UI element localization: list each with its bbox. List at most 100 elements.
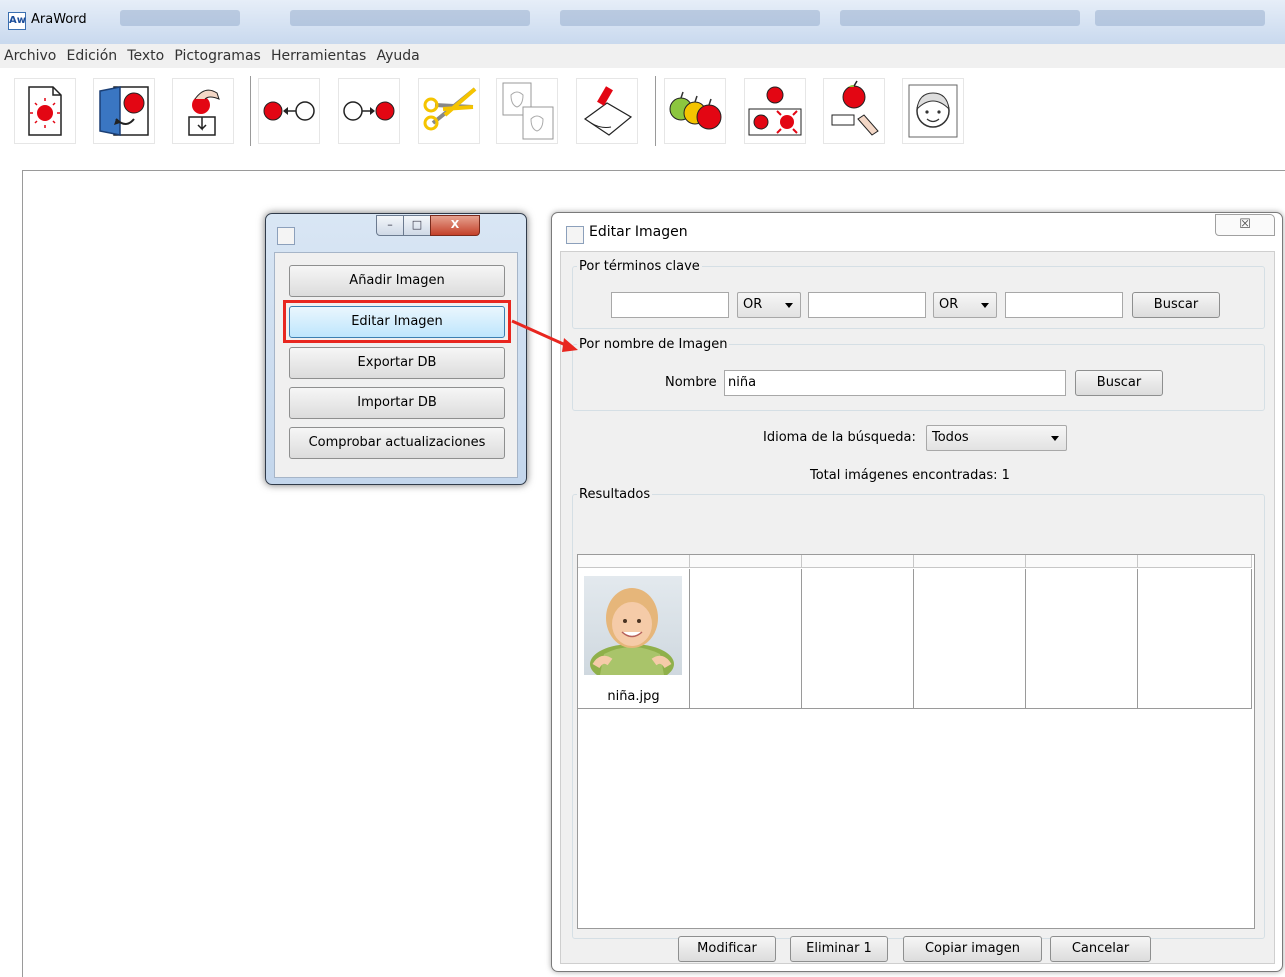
app-title: AraWord (31, 12, 87, 27)
grid-header-cell (802, 555, 914, 568)
dialog-title: Editar Imagen (589, 224, 688, 240)
chevron-down-icon (981, 303, 989, 308)
java-window-icon (277, 227, 295, 245)
new-document-button[interactable] (14, 78, 76, 144)
result-item-caption: niña.jpg (607, 689, 660, 704)
results-group-legend: Resultados (579, 487, 651, 502)
redo-button[interactable] (338, 78, 400, 144)
cut-button[interactable] (418, 78, 480, 144)
minimize-button[interactable]: – (376, 215, 404, 236)
chevron-down-icon (785, 303, 793, 308)
keyword-operator-1-select[interactable]: OR (737, 292, 801, 318)
background-taskbar-item (1095, 10, 1265, 26)
grid-header-cell (1026, 555, 1138, 568)
open-icon (99, 86, 149, 136)
result-empty-cell (1026, 569, 1138, 709)
pictogram-set-button[interactable] (664, 78, 726, 144)
close-button[interactable]: X (430, 215, 480, 236)
database-admin-window: – □ X Añadir Imagen Editar Imagen Export… (265, 213, 527, 485)
operator-1-value: OR (743, 297, 763, 312)
background-taskbar-item (840, 10, 1080, 26)
pictogram-set-icon (669, 91, 722, 130)
background-taskbar-item (290, 10, 530, 26)
grid-header-cell (690, 555, 802, 568)
menu-pictogramas[interactable]: Pictogramas (171, 44, 264, 68)
araword-app-icon: Aw (8, 12, 26, 30)
grid-header-cell (1138, 555, 1252, 568)
paste-icon (583, 86, 633, 136)
chevron-down-icon (1051, 436, 1059, 441)
java-window-icon (566, 226, 584, 244)
menu-archivo[interactable]: Archivo (0, 44, 59, 68)
save-icon (188, 89, 220, 136)
grid-header-cell (578, 555, 690, 568)
name-label: Nombre (665, 375, 717, 390)
menu-ayuda[interactable]: Ayuda (373, 44, 422, 68)
admin-button-panel: Añadir Imagen Editar Imagen Exportar DB … (274, 252, 518, 478)
result-empty-cell (690, 569, 802, 709)
menu-herramientas[interactable]: Herramientas (268, 44, 369, 68)
grid-header-cell (914, 555, 1026, 568)
keyword-term-1-input[interactable] (611, 292, 729, 318)
undo-icon (263, 101, 315, 121)
add-image-button[interactable]: Añadir Imagen (289, 265, 505, 297)
total-found-text: Total imágenes encontradas: (810, 468, 998, 483)
language-value: Todos (932, 430, 969, 445)
copy-icon (502, 82, 554, 140)
paste-button[interactable] (576, 78, 638, 144)
edit-pictogram-icon (831, 80, 879, 136)
image-name-input[interactable]: niña (724, 370, 1066, 396)
keyword-term-3-input[interactable] (1005, 292, 1123, 318)
result-item[interactable]: niña.jpg (578, 569, 690, 709)
open-button[interactable] (93, 78, 155, 144)
result-empty-cell (914, 569, 1026, 709)
results-grid: niña.jpg (577, 554, 1255, 929)
toolbar-separator (655, 76, 656, 146)
total-found-count: 1 (1001, 468, 1010, 483)
redo-icon (343, 101, 395, 121)
total-found-label: Total imágenes encontradas: 1 (810, 468, 1010, 483)
name-search-button[interactable]: Buscar (1075, 370, 1163, 396)
modify-button[interactable]: Modificar (678, 936, 776, 962)
face-pictogram-icon (908, 84, 958, 138)
menu-texto[interactable]: Texto (124, 44, 167, 68)
undo-button[interactable] (258, 78, 320, 144)
cut-icon (423, 87, 477, 131)
apply-pictogram-button[interactable] (744, 78, 806, 144)
cancel-button[interactable]: Cancelar (1050, 936, 1151, 962)
toolbar (0, 68, 1285, 168)
result-empty-cell (802, 569, 914, 709)
keyword-operator-2-select[interactable]: OR (933, 292, 997, 318)
background-taskbar-item (120, 10, 240, 26)
dialog-body: Por términos clave OR OR Buscar Por nomb… (560, 251, 1275, 964)
face-pictogram-button[interactable] (902, 78, 964, 144)
highlight-annotation-box (283, 300, 511, 343)
export-db-button[interactable]: Exportar DB (289, 347, 505, 379)
result-thumbnail-image (584, 576, 682, 675)
result-empty-cell (1138, 569, 1252, 709)
copy-button[interactable] (496, 78, 558, 144)
save-button[interactable] (172, 78, 234, 144)
operator-2-value: OR (939, 297, 959, 312)
delete-button[interactable]: Eliminar 1 (790, 936, 888, 962)
menu-edicion[interactable]: Edición (63, 44, 120, 68)
new-document-icon (28, 86, 62, 136)
keyword-search-button[interactable]: Buscar (1132, 292, 1220, 318)
keyword-group-legend: Por términos clave (579, 259, 700, 274)
background-taskbar-item (560, 10, 820, 26)
menu-bar: Archivo Edición Texto Pictogramas Herram… (0, 44, 1285, 69)
toolbar-separator (250, 76, 251, 146)
maximize-button[interactable]: □ (403, 215, 431, 236)
dialog-close-button[interactable]: ☒ (1215, 214, 1275, 236)
check-updates-button[interactable]: Comprobar actualizaciones (289, 427, 505, 459)
language-label: Idioma de la búsqueda: (763, 430, 916, 445)
language-select[interactable]: Todos (926, 425, 1067, 451)
edit-image-dialog: Editar Imagen ☒ Por términos clave OR OR… (551, 212, 1283, 972)
copy-image-button[interactable]: Copiar imagen (903, 936, 1042, 962)
keyword-term-2-input[interactable] (808, 292, 926, 318)
window-title-bar: Aw AraWord (0, 0, 1285, 44)
edit-pictogram-button[interactable] (823, 78, 885, 144)
import-db-button[interactable]: Importar DB (289, 387, 505, 419)
apply-pictogram-icon (748, 86, 802, 136)
name-group-legend: Por nombre de Imagen (579, 337, 728, 352)
